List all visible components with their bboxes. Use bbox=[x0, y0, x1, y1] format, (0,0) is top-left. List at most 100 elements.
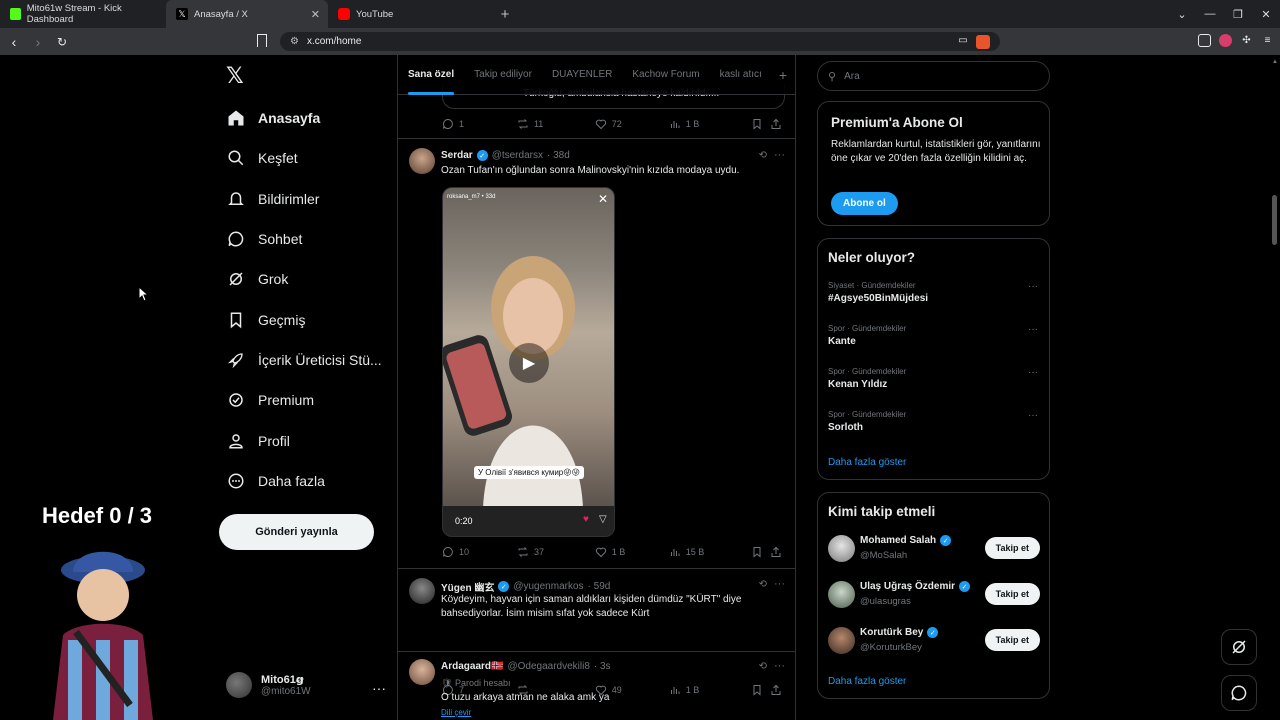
grok-explain-icon[interactable]: ⟲ bbox=[759, 579, 767, 590]
trend-more-icon[interactable]: ··· bbox=[1028, 410, 1038, 421]
close-window-button[interactable]: ✕ bbox=[1252, 8, 1280, 21]
nav-item-bookmarks[interactable]: Geçmiş bbox=[226, 299, 382, 339]
play-icon[interactable]: ▶ bbox=[509, 343, 549, 383]
nav-label: Grok bbox=[258, 271, 289, 288]
grok-explain-icon[interactable]: ⟲ bbox=[759, 150, 767, 161]
add-tab-icon[interactable]: + bbox=[779, 67, 787, 83]
trend-more-icon[interactable]: ··· bbox=[1028, 324, 1038, 335]
menu-icon[interactable]: ≡ bbox=[1261, 34, 1274, 47]
nav-item-grok[interactable]: Grok bbox=[226, 259, 382, 299]
post-ardagaard[interactable]: Ardagaard🇳🇴 @Odegaardvekili8 · 3s ⟲ ··· … bbox=[398, 651, 795, 720]
follow-button[interactable]: Takip et bbox=[984, 537, 1040, 559]
trend-more-icon[interactable]: ··· bbox=[1028, 281, 1038, 292]
cast-icon[interactable]: ▭ bbox=[956, 35, 970, 49]
bookmark-post-button[interactable] bbox=[751, 546, 770, 558]
post-more-icon[interactable]: ··· bbox=[774, 578, 785, 590]
bell-icon bbox=[226, 189, 246, 209]
views-button[interactable]: 15 B bbox=[669, 546, 751, 558]
extensions-area: ✣ ≡ bbox=[1198, 34, 1274, 47]
nav-item-notifications[interactable]: Bildirimler bbox=[226, 179, 382, 219]
repost-button[interactable]: 37 bbox=[517, 546, 595, 558]
back-button[interactable]: ‹ bbox=[4, 34, 24, 50]
bookmark-post-button[interactable] bbox=[751, 118, 770, 130]
scroll-up-icon[interactable]: ▲ bbox=[1272, 59, 1278, 65]
post-more-icon[interactable]: ··· bbox=[774, 149, 785, 161]
site-info-icon[interactable]: ⚙ bbox=[290, 36, 299, 47]
tab-x-home[interactable]: 𝕏 Anasayfa / X ✕ bbox=[166, 0, 328, 28]
nav-item-premium[interactable]: Premium bbox=[226, 380, 382, 420]
brave-shields-icon[interactable] bbox=[976, 35, 990, 49]
share-button[interactable] bbox=[770, 546, 782, 558]
tab-list-kachow-forum[interactable]: Kachow Forum bbox=[622, 55, 709, 95]
post-serdar[interactable]: Serdar ✓ @tserdarsx · 38d ⟲ ··· Ozan Tuf… bbox=[398, 138, 795, 568]
post-yugen[interactable]: Yügen 幽玄 ✓ @yugenmarkos · 59d ⟲ ··· Köyd… bbox=[398, 568, 795, 658]
author-name[interactable]: Yügen 幽玄 bbox=[441, 579, 494, 594]
messages-floating-button[interactable] bbox=[1221, 675, 1257, 711]
repost-button[interactable]: 11 bbox=[517, 118, 595, 130]
grok-explain-icon[interactable]: ⟲ bbox=[759, 661, 767, 672]
nav-item-home[interactable]: Anasayfa bbox=[226, 98, 382, 138]
close-tab-icon[interactable]: ✕ bbox=[311, 8, 320, 21]
tab-following[interactable]: Takip ediliyor bbox=[464, 55, 542, 95]
post-button[interactable]: Gönderi yayınla bbox=[219, 514, 374, 550]
account-more-icon[interactable]: ··· bbox=[372, 680, 386, 696]
trend-item[interactable]: Spor · Gündemdekiler Kenan Yıldız ··· bbox=[828, 367, 1038, 390]
like-button[interactable]: 1 B bbox=[595, 546, 669, 558]
trend-item[interactable]: Siyaset · Gündemdekiler #Agsye50BinMüjde… bbox=[828, 281, 1038, 304]
nav-item-chat[interactable]: Sohbet bbox=[226, 219, 382, 259]
minimize-button[interactable]: — bbox=[1196, 8, 1224, 20]
restore-button[interactable]: ❐ bbox=[1224, 8, 1252, 21]
follow-button[interactable]: Takip et bbox=[984, 583, 1040, 605]
tab-search-icon[interactable]: ⌄ bbox=[1168, 8, 1196, 21]
nav-item-more[interactable]: Daha fazla bbox=[226, 461, 382, 501]
reload-button[interactable]: ↻ bbox=[52, 35, 72, 49]
home-icon bbox=[226, 108, 246, 128]
nav-item-explore[interactable]: Keşfet bbox=[226, 138, 382, 178]
share-button[interactable] bbox=[770, 118, 782, 130]
post-video[interactable]: roksana_m7 • 33d ✕ ▶ У Олівії з'явився к… bbox=[442, 187, 615, 537]
who-to-follow-show-more-link[interactable]: Daha fazla göster bbox=[828, 676, 906, 687]
post-time: · 38d bbox=[546, 150, 570, 161]
scrollbar-thumb[interactable] bbox=[1272, 195, 1277, 245]
x-logo[interactable]: 𝕏 bbox=[226, 64, 244, 89]
tab-for-you[interactable]: Sana özel bbox=[398, 55, 464, 95]
trend-more-icon[interactable]: ··· bbox=[1028, 367, 1038, 378]
trend-item[interactable]: Spor · Gündemdekiler Sorloth ··· bbox=[828, 410, 1038, 433]
author-handle[interactable]: @Odegaardvekili8 bbox=[507, 661, 589, 672]
nav-item-profile[interactable]: Profil bbox=[226, 420, 382, 460]
translate-link[interactable]: Dili çevir bbox=[441, 706, 751, 720]
author-handle[interactable]: @yugenmarkos bbox=[513, 581, 583, 592]
author-name[interactable]: Ardagaard🇳🇴 bbox=[441, 661, 503, 672]
bookmark-page-icon[interactable] bbox=[257, 34, 267, 47]
post-more-icon[interactable]: ··· bbox=[774, 660, 785, 672]
tab-kick[interactable]: Mito61w Stream - Kick Dashboard bbox=[0, 0, 166, 28]
follow-suggestion[interactable]: Korutürk Bey ✓ @KoruturkBey Takip et bbox=[828, 627, 1040, 657]
follow-button[interactable]: Takip et bbox=[984, 629, 1040, 651]
subscribe-button[interactable]: Abone ol bbox=[831, 192, 898, 215]
forward-button[interactable]: › bbox=[28, 34, 48, 50]
author-handle[interactable]: @tserdarsx bbox=[492, 150, 543, 161]
extension-icon[interactable] bbox=[1219, 34, 1232, 47]
trends-show-more-link[interactable]: Daha fazla göster bbox=[828, 457, 906, 468]
tab-list-duayenler[interactable]: DUAYENLER bbox=[542, 55, 622, 95]
page-scrollbar[interactable]: ▲ bbox=[1270, 55, 1280, 720]
grok-floating-button[interactable] bbox=[1221, 629, 1257, 665]
reply-button[interactable]: 10 bbox=[442, 546, 517, 558]
follow-suggestion[interactable]: Ulaş Uğraş Özdemir ✓ @ulasugras Takip et bbox=[828, 581, 1040, 611]
timeline-tabs: Sana özel Takip ediliyor DUAYENLER Kacho… bbox=[398, 55, 795, 95]
extensions-puzzle-icon[interactable]: ✣ bbox=[1240, 34, 1253, 47]
account-switcher[interactable]: Mito61ꞡ @mito61W bbox=[226, 672, 311, 698]
follow-suggestion[interactable]: Mohamed Salah ✓ @MoSalah Takip et bbox=[828, 535, 1040, 565]
tab-list-kasli-atici[interactable]: kaslı atıcı bbox=[710, 55, 772, 95]
like-button[interactable]: 72 bbox=[595, 118, 669, 130]
search-input[interactable]: ⚲ Ara bbox=[817, 61, 1050, 91]
author-name[interactable]: Serdar bbox=[441, 150, 473, 161]
new-tab-button[interactable]: + bbox=[496, 6, 514, 23]
views-button[interactable]: 1 B bbox=[669, 118, 751, 130]
reply-button[interactable]: 1 bbox=[442, 118, 517, 130]
address-bar[interactable]: ⚙ x.com/home ▭ bbox=[280, 32, 1000, 51]
trend-item[interactable]: Spor · Gündemdekiler Kante ··· bbox=[828, 324, 1038, 347]
extension-icon[interactable] bbox=[1198, 34, 1211, 47]
tab-youtube[interactable]: YouTube bbox=[328, 0, 490, 28]
nav-item-creator-studio[interactable]: İçerik Üreticisi Stü... bbox=[226, 340, 382, 380]
